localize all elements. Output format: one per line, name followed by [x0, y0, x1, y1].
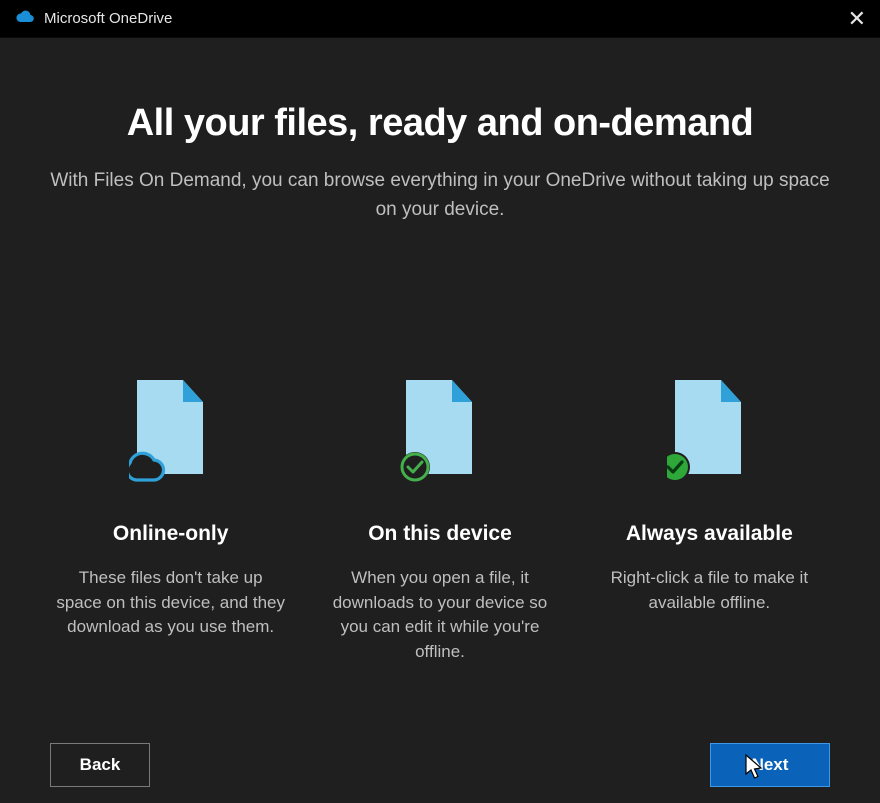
column-title: Online-only: [56, 522, 285, 546]
next-button-label: Next: [752, 755, 789, 775]
page-subhead: With Files On Demand, you can browse eve…: [50, 167, 830, 224]
onedrive-cloud-icon: [14, 9, 34, 28]
column-title: Always available: [595, 522, 824, 546]
page-headline: All your files, ready and on-demand: [50, 102, 830, 145]
footer-buttons: Back Next: [50, 743, 830, 787]
column-desc: Right-click a file to make it available …: [595, 566, 824, 615]
titlebar-left: Microsoft OneDrive: [14, 9, 172, 28]
file-check-solid-icon: [595, 374, 824, 484]
close-icon[interactable]: ✕: [848, 8, 866, 30]
column-desc: When you open a file, it downloads to yo…: [325, 566, 554, 665]
next-button[interactable]: Next: [710, 743, 830, 787]
file-check-open-icon: [325, 374, 554, 484]
column-on-this-device: On this device When you open a file, it …: [325, 374, 554, 665]
column-desc: These files don't take up space on this …: [56, 566, 285, 640]
column-online-only: Online-only These files don't take up sp…: [56, 374, 285, 665]
file-cloud-icon: [56, 374, 285, 484]
column-always-available: Always available Right-click a file to m…: [595, 374, 824, 665]
window-title: Microsoft OneDrive: [44, 10, 172, 27]
content-area: All your files, ready and on-demand With…: [0, 38, 880, 803]
column-title: On this device: [325, 522, 554, 546]
titlebar: Microsoft OneDrive ✕: [0, 0, 880, 38]
back-button[interactable]: Back: [50, 743, 150, 787]
feature-columns: Online-only These files don't take up sp…: [50, 374, 830, 665]
